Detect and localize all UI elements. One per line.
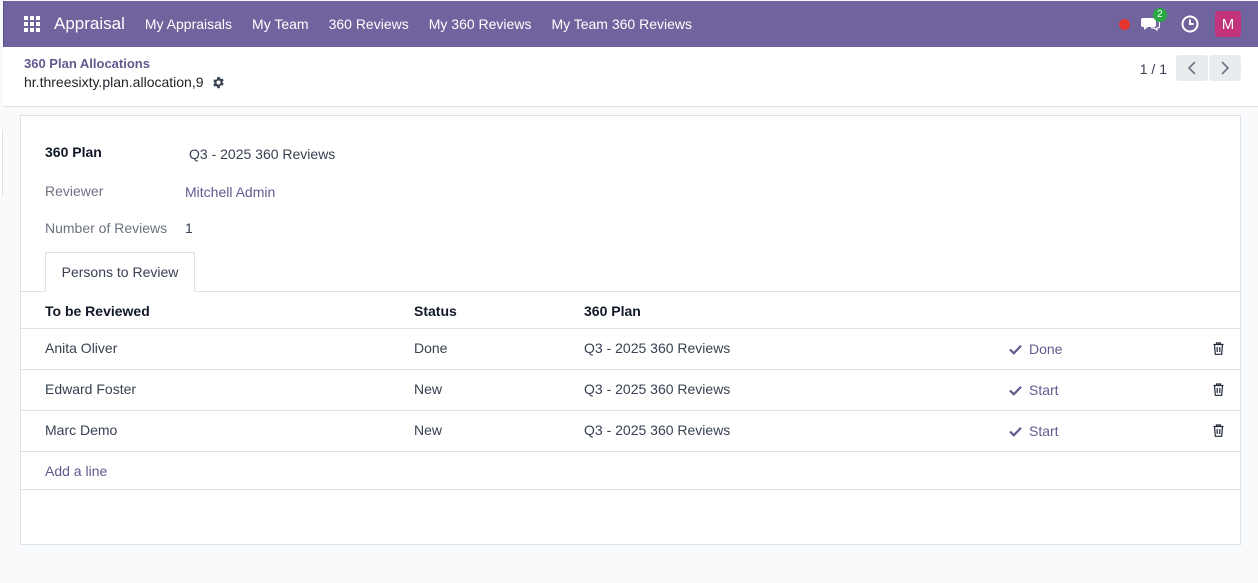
trash-icon[interactable] [1213, 342, 1224, 355]
control-panel: 360 Plan Allocations hr.threesixty.plan.… [3, 47, 1258, 107]
gear-icon[interactable] [212, 76, 225, 89]
trash-icon[interactable] [1213, 424, 1224, 437]
form-sheet: 360 Plan Q3 - 2025 360 Reviews Reviewer … [20, 115, 1241, 545]
column-header-status[interactable]: Status [414, 303, 457, 319]
table-row[interactable]: Anita Oliver Done Q3 - 2025 360 Reviews … [21, 329, 1240, 370]
breadcrumb-current: hr.threesixty.plan.allocation,9 [24, 74, 225, 90]
add-line-link[interactable]: Add a line [45, 463, 107, 479]
nav-my-team-360-reviews[interactable]: My Team 360 Reviews [541, 16, 702, 32]
check-icon [1009, 426, 1022, 437]
nav-my-appraisals[interactable]: My Appraisals [135, 16, 242, 32]
tab-persons-to-review[interactable]: Persons to Review [45, 252, 195, 292]
top-navbar: Appraisal My Appraisals My Team 360 Revi… [3, 1, 1258, 47]
nav-my-360-reviews[interactable]: My 360 Reviews [419, 16, 542, 32]
column-header-360-plan[interactable]: 360 Plan [584, 303, 641, 319]
messaging-badge: 2 [1153, 8, 1167, 22]
check-icon [1009, 344, 1022, 355]
row-plan: Q3 - 2025 360 Reviews [584, 381, 731, 397]
row-action-label: Start [1029, 382, 1059, 398]
column-header-to-be-reviewed[interactable]: To be Reviewed [45, 303, 150, 319]
row-person: Anita Oliver [45, 340, 118, 356]
apps-menu-icon[interactable] [22, 14, 42, 34]
table-row[interactable]: Edward Foster New Q3 - 2025 360 Reviews … [21, 370, 1240, 411]
nav-360-reviews[interactable]: 360 Reviews [319, 16, 419, 32]
row-done-button[interactable]: Done [1009, 341, 1062, 357]
check-icon [1009, 385, 1022, 396]
chevron-right-icon [1221, 61, 1230, 75]
row-plan: Q3 - 2025 360 Reviews [584, 422, 731, 438]
review-count-label: Number of Reviews [45, 220, 168, 236]
row-status: Done [414, 340, 448, 356]
activity-clock-icon[interactable] [1181, 15, 1199, 33]
left-edge [0, 130, 3, 196]
messaging-icon[interactable]: 2 [1141, 8, 1167, 34]
row-start-button[interactable]: Start [1009, 423, 1059, 439]
add-line-row: Add a line [21, 452, 1240, 490]
pager-value: 1 / 1 [1139, 61, 1167, 77]
persons-table: To be Reviewed Status 360 Plan Anita Oli… [21, 292, 1240, 490]
pager-next-button[interactable] [1209, 55, 1241, 81]
trash-icon[interactable] [1213, 383, 1224, 396]
row-person: Edward Foster [45, 381, 137, 397]
plan-label: 360 Plan [45, 144, 102, 160]
row-action-label: Start [1029, 423, 1059, 439]
row-plan: Q3 - 2025 360 Reviews [584, 340, 731, 356]
table-row[interactable]: Marc Demo New Q3 - 2025 360 Reviews Star… [21, 411, 1240, 452]
pager-previous-button[interactable] [1176, 55, 1208, 81]
breadcrumb-current-label: hr.threesixty.plan.allocation,9 [24, 74, 204, 90]
row-status: New [414, 381, 443, 397]
notebook-tabs: Persons to Review [21, 252, 1240, 292]
row-action-label: Done [1029, 341, 1063, 357]
row-start-button[interactable]: Start [1009, 382, 1059, 398]
plan-value[interactable]: Q3 - 2025 360 Reviews [189, 146, 335, 162]
reviewer-value[interactable]: Mitchell Admin [185, 184, 275, 200]
chevron-left-icon [1187, 61, 1196, 75]
navbar-systray: 2 M [1119, 1, 1258, 47]
nav-my-team[interactable]: My Team [242, 16, 319, 32]
recording-indicator-icon[interactable] [1119, 18, 1130, 30]
breadcrumb-parent[interactable]: 360 Plan Allocations [24, 56, 150, 71]
row-status: New [414, 422, 443, 438]
row-person: Marc Demo [45, 422, 118, 438]
app-brand[interactable]: Appraisal [54, 14, 125, 34]
table-header: To be Reviewed Status 360 Plan [21, 292, 1240, 329]
review-count-value: 1 [185, 220, 193, 236]
reviewer-label: Reviewer [45, 183, 104, 199]
user-avatar[interactable]: M [1215, 11, 1241, 37]
